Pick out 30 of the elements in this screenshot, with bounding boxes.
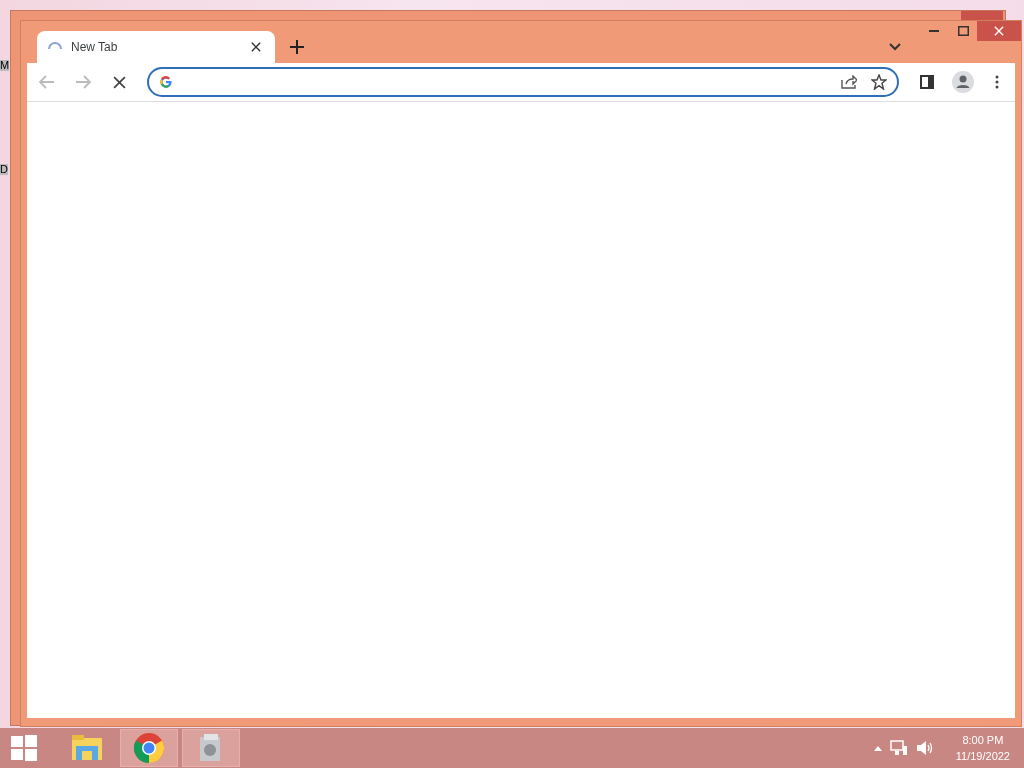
- address-bar[interactable]: [147, 67, 899, 97]
- clock-date: 11/19/2022: [955, 749, 1010, 764]
- chrome-logo-icon: [133, 732, 165, 764]
- star-icon: [871, 74, 887, 90]
- profile-button[interactable]: [949, 68, 977, 96]
- windows-logo-icon: [11, 735, 37, 761]
- plus-icon: [290, 40, 304, 54]
- forward-arrow-icon: [75, 75, 91, 89]
- side-panel-icon: [920, 75, 934, 89]
- chevron-down-icon: [889, 43, 901, 51]
- show-hidden-icons-icon: [873, 745, 882, 751]
- back-arrow-icon: [39, 75, 55, 89]
- taskbar-app-button[interactable]: [120, 729, 178, 767]
- tab-title: New Tab: [71, 40, 119, 54]
- close-icon: [994, 26, 1004, 36]
- share-icon: [841, 75, 857, 89]
- clock-time: 8:00 PM: [962, 733, 1004, 748]
- minimize-icon: [929, 30, 939, 32]
- maximize-icon: [957, 26, 969, 36]
- desktop-icon-label: M: [0, 60, 10, 71]
- desktop-icon-label: D: [0, 164, 8, 175]
- browser-tab[interactable]: New Tab: [37, 31, 275, 63]
- folder-icon: [71, 734, 103, 762]
- avatar-icon: [952, 71, 974, 93]
- volume-icon: [915, 740, 934, 756]
- stop-icon: [112, 75, 126, 89]
- close-icon: [251, 42, 261, 52]
- menu-icon: [995, 75, 999, 89]
- google-g-icon: [159, 75, 173, 89]
- network-icon: [889, 740, 908, 756]
